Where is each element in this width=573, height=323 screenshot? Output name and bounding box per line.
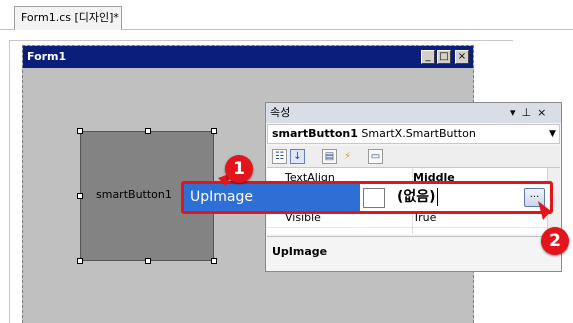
step-badge-2: 2 [541,227,569,255]
callout-arrows [218,173,551,220]
step-2-pointer [538,201,551,220]
step-badge-1: 1 [225,155,253,183]
